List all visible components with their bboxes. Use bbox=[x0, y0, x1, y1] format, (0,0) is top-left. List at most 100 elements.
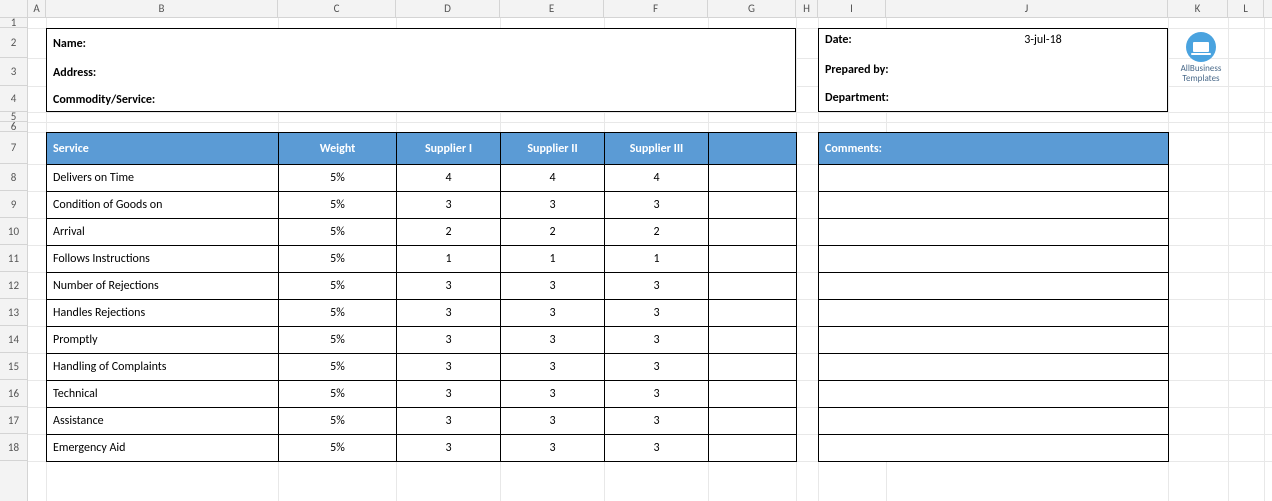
table-row[interactable]: Number of Rejections5%333 bbox=[47, 273, 797, 300]
row-header-14[interactable]: 14 bbox=[0, 326, 27, 353]
table-row[interactable]: Follows Instructions5%111 bbox=[47, 246, 797, 273]
row-header-17[interactable]: 17 bbox=[0, 407, 27, 434]
cell-supplier-2[interactable]: 4 bbox=[501, 165, 605, 192]
cell-supplier-1[interactable]: 2 bbox=[397, 219, 501, 246]
col-supplier-2[interactable]: Supplier II bbox=[501, 133, 605, 165]
comments-cell[interactable] bbox=[819, 192, 1169, 219]
cell-blank[interactable] bbox=[709, 246, 797, 273]
cell-supplier-1[interactable]: 4 bbox=[397, 165, 501, 192]
comments-row[interactable] bbox=[819, 408, 1169, 435]
grid-area[interactable]: Name: Address: Commodity/Service: Date: … bbox=[28, 18, 1272, 501]
row-header-13[interactable]: 13 bbox=[0, 299, 27, 326]
cell-supplier-2[interactable]: 3 bbox=[501, 192, 605, 219]
cell-blank[interactable] bbox=[709, 408, 797, 435]
cell-service[interactable]: Number of Rejections bbox=[47, 273, 279, 300]
comments-row[interactable] bbox=[819, 246, 1169, 273]
cell-blank[interactable] bbox=[709, 435, 797, 462]
cell-supplier-2[interactable]: 1 bbox=[501, 246, 605, 273]
cell-service[interactable]: Handles Rejections bbox=[47, 300, 279, 327]
cell-supplier-3[interactable]: 3 bbox=[605, 381, 709, 408]
table-row[interactable]: Handling of Complaints5%333 bbox=[47, 354, 797, 381]
cell-weight[interactable]: 5% bbox=[279, 192, 397, 219]
cell-supplier-3[interactable]: 3 bbox=[605, 408, 709, 435]
cell-service[interactable]: Emergency Aid bbox=[47, 435, 279, 462]
row-header-16[interactable]: 16 bbox=[0, 380, 27, 407]
col-header-J[interactable]: J bbox=[886, 0, 1168, 17]
cell-supplier-2[interactable]: 3 bbox=[501, 300, 605, 327]
row-headers[interactable]: 123456789101112131415161718 bbox=[0, 18, 28, 501]
cell-service[interactable]: Condition of Goods on bbox=[47, 192, 279, 219]
col-header-G[interactable]: G bbox=[708, 0, 796, 17]
table-row[interactable]: Arrival5%222 bbox=[47, 219, 797, 246]
col-header-I[interactable]: I bbox=[818, 0, 886, 17]
cell-supplier-3[interactable]: 3 bbox=[605, 327, 709, 354]
col-header-D[interactable]: D bbox=[396, 0, 500, 17]
cell-blank[interactable] bbox=[709, 273, 797, 300]
comments-row[interactable] bbox=[819, 300, 1169, 327]
comments-row[interactable] bbox=[819, 327, 1169, 354]
cell-supplier-3[interactable]: 3 bbox=[605, 273, 709, 300]
col-blank[interactable] bbox=[709, 133, 797, 165]
cell-supplier-2[interactable]: 3 bbox=[501, 327, 605, 354]
cell-service[interactable]: Arrival bbox=[47, 219, 279, 246]
cell-supplier-3[interactable]: 3 bbox=[605, 435, 709, 462]
cell-supplier-1[interactable]: 3 bbox=[397, 354, 501, 381]
comments-cell[interactable] bbox=[819, 273, 1169, 300]
table-row[interactable]: Assistance5%333 bbox=[47, 408, 797, 435]
cell-weight[interactable]: 5% bbox=[279, 435, 397, 462]
col-service[interactable]: Service bbox=[47, 133, 279, 165]
comments-row[interactable] bbox=[819, 273, 1169, 300]
cell-weight[interactable]: 5% bbox=[279, 354, 397, 381]
cell-supplier-3[interactable]: 3 bbox=[605, 300, 709, 327]
cell-service[interactable]: Follows Instructions bbox=[47, 246, 279, 273]
cell-supplier-3[interactable]: 2 bbox=[605, 219, 709, 246]
row-header-10[interactable]: 10 bbox=[0, 218, 27, 245]
cell-supplier-1[interactable]: 3 bbox=[397, 192, 501, 219]
comments-cell[interactable] bbox=[819, 408, 1169, 435]
cell-supplier-1[interactable]: 3 bbox=[397, 408, 501, 435]
cell-service[interactable]: Handling of Complaints bbox=[47, 354, 279, 381]
cell-supplier-1[interactable]: 3 bbox=[397, 273, 501, 300]
cell-supplier-1[interactable]: 3 bbox=[397, 327, 501, 354]
comments-cell[interactable] bbox=[819, 219, 1169, 246]
row-header-15[interactable]: 15 bbox=[0, 353, 27, 380]
col-header-H[interactable]: H bbox=[796, 0, 818, 17]
row-header-1[interactable]: 1 bbox=[0, 18, 27, 28]
column-headers[interactable]: ABCDEFGHIJKL bbox=[0, 0, 1272, 18]
cell-blank[interactable] bbox=[709, 354, 797, 381]
cell-weight[interactable]: 5% bbox=[279, 381, 397, 408]
row-header-3[interactable]: 3 bbox=[0, 58, 27, 86]
comments-cell[interactable] bbox=[819, 327, 1169, 354]
cell-supplier-1[interactable]: 3 bbox=[397, 435, 501, 462]
cell-service[interactable]: Technical bbox=[47, 381, 279, 408]
cell-blank[interactable] bbox=[709, 219, 797, 246]
comments-cell[interactable] bbox=[819, 165, 1169, 192]
cell-service[interactable]: Delivers on Time bbox=[47, 165, 279, 192]
cell-weight[interactable]: 5% bbox=[279, 165, 397, 192]
row-header-7[interactable]: 7 bbox=[0, 132, 27, 164]
cell-weight[interactable]: 5% bbox=[279, 300, 397, 327]
comments-cell[interactable] bbox=[819, 381, 1169, 408]
table-row[interactable]: Condition of Goods on5%333 bbox=[47, 192, 797, 219]
row-header-6[interactable]: 6 bbox=[0, 122, 27, 132]
cell-weight[interactable]: 5% bbox=[279, 327, 397, 354]
cell-blank[interactable] bbox=[709, 165, 797, 192]
service-table[interactable]: Service Weight Supplier I Supplier II Su… bbox=[46, 132, 797, 462]
comments-row[interactable] bbox=[819, 192, 1169, 219]
table-row[interactable]: Delivers on Time5%444 bbox=[47, 165, 797, 192]
cell-supplier-3[interactable]: 4 bbox=[605, 165, 709, 192]
col-supplier-1[interactable]: Supplier I bbox=[397, 133, 501, 165]
col-header-B[interactable]: B bbox=[46, 0, 278, 17]
cell-blank[interactable] bbox=[709, 327, 797, 354]
row-header-12[interactable]: 12 bbox=[0, 272, 27, 299]
cell-blank[interactable] bbox=[709, 192, 797, 219]
cell-weight[interactable]: 5% bbox=[279, 246, 397, 273]
comments-row[interactable] bbox=[819, 165, 1169, 192]
row-header-8[interactable]: 8 bbox=[0, 164, 27, 191]
cell-blank[interactable] bbox=[709, 300, 797, 327]
comments-table[interactable]: Comments: bbox=[818, 132, 1169, 462]
cell-supplier-2[interactable]: 3 bbox=[501, 381, 605, 408]
table-row[interactable]: Promptly5%333 bbox=[47, 327, 797, 354]
comments-cell[interactable] bbox=[819, 435, 1169, 462]
col-header-C[interactable]: C bbox=[278, 0, 396, 17]
